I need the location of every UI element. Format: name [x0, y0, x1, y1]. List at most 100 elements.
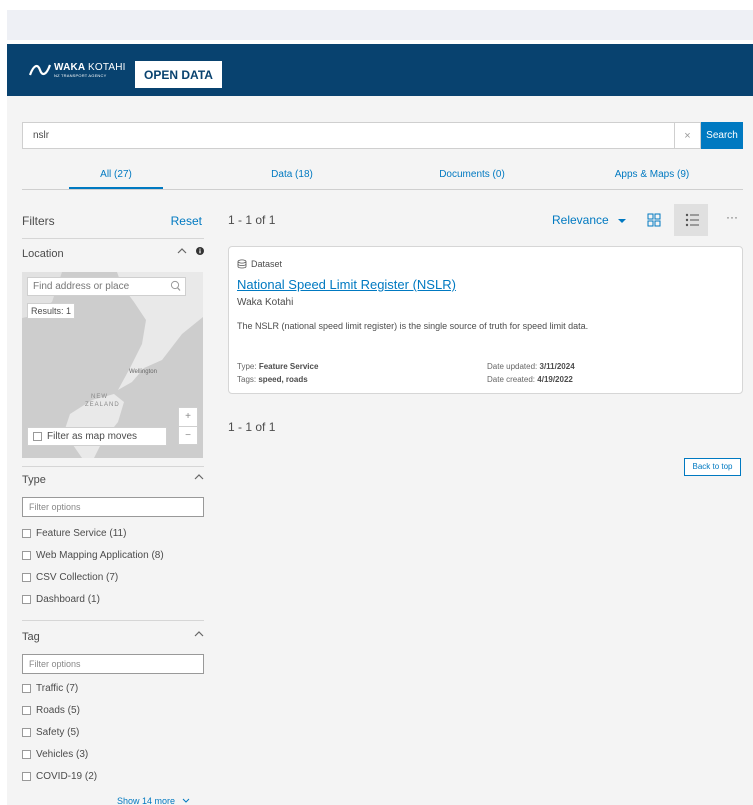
result-card: Dataset National Speed Limit Register (N…	[228, 246, 743, 394]
show-more-tags-link[interactable]: Show 14 more	[117, 796, 190, 805]
grid-view-icon[interactable]	[647, 213, 661, 227]
type-section: Type Filter options Feature Service (11)…	[22, 474, 204, 610]
type-option-csv-collection[interactable]: CSV Collection (7)	[22, 566, 204, 588]
map-results-count: Results: 1	[27, 303, 76, 319]
filters-header: Filters Reset	[22, 214, 202, 228]
more-options-button[interactable]: ···	[726, 210, 738, 224]
reset-filters-link[interactable]: Reset	[171, 214, 202, 228]
type-option-dashboard[interactable]: Dashboard (1)	[22, 588, 204, 610]
logo-wave-icon	[29, 64, 51, 76]
divider	[22, 238, 204, 239]
tab-documents[interactable]: Documents (0)	[382, 163, 562, 189]
chevron-up-icon[interactable]	[194, 473, 204, 481]
results-toolbar: Relevance ···	[552, 204, 743, 236]
option-label: CSV Collection (7)	[36, 571, 119, 583]
option-label: Roads (5)	[36, 704, 80, 716]
browser-top-strip	[7, 10, 753, 40]
type-option-web-mapping-application[interactable]: Web Mapping Application (8)	[22, 544, 204, 566]
zoom-in-button[interactable]: +	[179, 408, 197, 426]
location-map[interactable]: Find address or place Results: 1 Welling…	[22, 272, 203, 458]
checkbox[interactable]	[22, 683, 31, 693]
tag-option-vehicles[interactable]: Vehicles (3)	[22, 743, 204, 765]
meta-value: speed, roads	[258, 375, 308, 384]
sort-label: Relevance	[552, 213, 609, 227]
list-view-icon	[685, 213, 699, 227]
brand-subtitle: NZ TRANSPORT AGENCY	[54, 72, 107, 78]
filters-title: Filters	[22, 214, 55, 228]
checkbox[interactable]	[22, 705, 31, 715]
list-view-button[interactable]	[674, 204, 708, 236]
result-title-link[interactable]: National Speed Limit Register (NSLR)	[237, 277, 456, 292]
map-label-wellington: Wellington	[129, 369, 157, 375]
chevron-down-icon	[182, 798, 189, 803]
checkbox[interactable]	[22, 749, 31, 759]
type-option-feature-service[interactable]: Feature Service (11)	[22, 522, 204, 544]
show-more-label: Show 14 more	[117, 796, 176, 805]
divider	[22, 620, 204, 621]
sort-dropdown[interactable]: Relevance	[552, 213, 627, 227]
tag-option-covid-19[interactable]: COVID-19 (2)	[22, 765, 204, 787]
caret-down-icon	[618, 219, 627, 223]
checkbox[interactable]	[22, 572, 31, 582]
tag-title: Tag	[22, 631, 40, 643]
meta-label: Date updated:	[487, 362, 538, 371]
type-filter-input[interactable]: Filter options	[22, 497, 204, 517]
type-filter-placeholder: Filter options	[29, 502, 81, 512]
map-address-search-input[interactable]: Find address or place	[27, 277, 186, 296]
chevron-up-icon[interactable]	[177, 247, 187, 255]
result-owner: Waka Kotahi	[237, 297, 294, 308]
meta-value: 4/19/2022	[537, 375, 573, 384]
tag-option-roads[interactable]: Roads (5)	[22, 699, 204, 721]
option-label: Traffic (7)	[36, 682, 79, 694]
checkbox[interactable]	[22, 550, 31, 560]
search-input[interactable]	[22, 122, 675, 149]
results-count-top: 1 - 1 of 1	[228, 213, 276, 227]
zoom-out-button[interactable]: −	[179, 426, 197, 444]
open-data-badge[interactable]: OPEN DATA	[135, 61, 222, 88]
waka-kotahi-logo[interactable]: WAKA KOTAHI NZ TRANSPORT AGENCY	[29, 62, 126, 78]
result-meta-type: Type: Feature Service	[237, 362, 318, 371]
search-button[interactable]: Search	[701, 122, 743, 149]
meta-label: Date created:	[487, 375, 536, 384]
brand-name-bold: WAKA	[54, 61, 85, 73]
chevron-up-icon[interactable]	[194, 630, 204, 638]
info-icon[interactable]	[196, 247, 204, 255]
result-meta-created: Date created: 4/19/2022	[487, 375, 573, 384]
tag-section: Tag Filter options Traffic (7) Roads (5)…	[22, 631, 204, 787]
search-icon[interactable]	[169, 279, 182, 294]
tab-all[interactable]: All (27)	[69, 163, 163, 189]
option-label: Web Mapping Application (8)	[36, 549, 164, 561]
site-header: WAKA KOTAHI NZ TRANSPORT AGENCY OPEN DAT…	[7, 44, 753, 96]
brand-name-light: KOTAHI	[87, 61, 126, 73]
map-zoom-controls: + −	[178, 407, 198, 445]
logo-text: WAKA KOTAHI NZ TRANSPORT AGENCY	[54, 61, 126, 78]
checkbox[interactable]	[33, 432, 42, 441]
dataset-icon	[237, 259, 247, 269]
tag-filter-placeholder: Filter options	[29, 659, 81, 669]
option-label: Safety (5)	[36, 726, 80, 738]
result-type-label: Dataset	[251, 259, 283, 269]
clear-search-button[interactable]: ×	[675, 122, 701, 149]
option-label: Feature Service (11)	[36, 527, 127, 539]
checkbox[interactable]	[22, 727, 31, 737]
option-label: Vehicles (3)	[36, 748, 89, 760]
checkbox[interactable]	[22, 771, 31, 781]
checkbox[interactable]	[22, 528, 31, 538]
checkbox[interactable]	[22, 594, 31, 604]
filter-as-map-moves[interactable]: Filter as map moves	[27, 427, 167, 446]
divider	[22, 466, 204, 467]
tag-option-traffic[interactable]: Traffic (7)	[22, 677, 204, 699]
search-bar: × Search	[22, 122, 743, 149]
map-label-zealand: ZEALAND	[85, 402, 120, 408]
result-tabs: All (27) Data (18) Documents (0) Apps & …	[22, 163, 743, 190]
result-meta-tags: Tags: speed, roads	[237, 375, 308, 384]
tab-apps-maps[interactable]: Apps & Maps (9)	[562, 163, 742, 189]
tag-filter-input[interactable]: Filter options	[22, 654, 204, 674]
results-count-bottom: 1 - 1 of 1	[228, 420, 276, 434]
tab-data[interactable]: Data (18)	[202, 163, 382, 189]
type-title: Type	[22, 474, 46, 486]
back-to-top-button[interactable]: Back to top	[684, 458, 741, 476]
map-address-placeholder: Find address or place	[33, 281, 130, 292]
tag-option-safety[interactable]: Safety (5)	[22, 721, 204, 743]
option-label: COVID-19 (2)	[36, 770, 98, 782]
